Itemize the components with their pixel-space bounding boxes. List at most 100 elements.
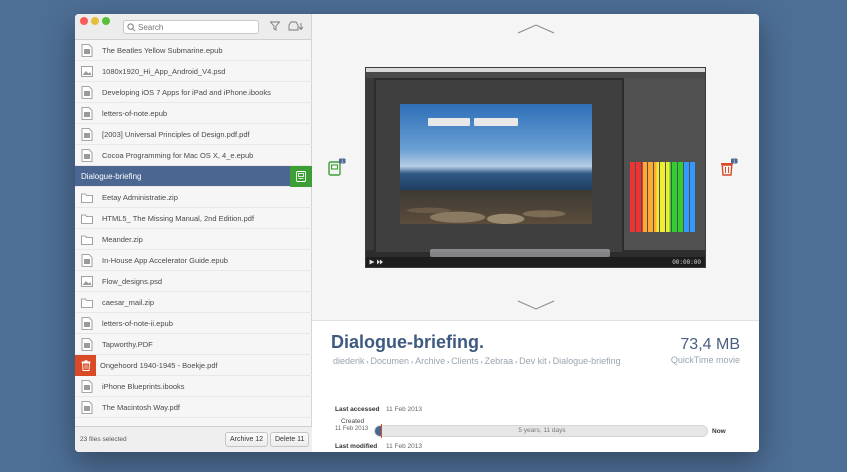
breadcrumb-item[interactable]: Documen	[371, 356, 410, 366]
list-item-selected[interactable]: Dialogue-briefing	[75, 166, 312, 187]
file-kind: QuickTime movie	[670, 355, 740, 365]
list-item[interactable]: HTML5_ The Missing Manual, 2nd Edition.p…	[75, 208, 312, 229]
archive-icon	[296, 171, 306, 182]
file-title-text: Dialogue-briefing	[331, 332, 479, 352]
list-item[interactable]: iPhone Blueprints.ibooks	[75, 376, 312, 397]
archive-button[interactable]: Archive 12	[225, 432, 269, 447]
file-name: Flow_designs.psd	[102, 276, 163, 286]
file-name: HTML5_ The Missing Manual, 2nd Edition.p…	[102, 213, 255, 223]
preview-side-panels	[624, 78, 705, 250]
breadcrumb-item[interactable]: diederik	[333, 356, 365, 366]
chevron-right-icon: ›	[548, 360, 551, 366]
list-item[interactable]: In-House App Accelerator Guide.epub	[75, 250, 312, 271]
breadcrumb-item[interactable]: Dev kit	[519, 356, 547, 366]
list-item[interactable]: [2003] Universal Principles of Design.pd…	[75, 124, 312, 145]
file-name: Eetay Administratie.zip	[102, 192, 178, 202]
file-name: [2003] Universal Principles of Design.pd…	[102, 129, 250, 139]
file-name: Cocoa Programming for Mac OS X, 4_e.epub	[102, 150, 254, 160]
video-preview[interactable]: 00:00:00	[365, 67, 706, 268]
file-name: caesar_mail.zip	[102, 297, 155, 307]
pdf-file-icon	[81, 400, 93, 414]
sort-icon[interactable]	[288, 21, 304, 31]
file-name: The Beatles Yellow Submarine.epub	[102, 45, 223, 55]
list-item[interactable]: The Beatles Yellow Submarine.epub	[75, 40, 312, 61]
list-item[interactable]: 1080x1920_Hi_App_Android_V4.psd	[75, 61, 312, 82]
preview-dock	[430, 249, 610, 257]
folder-icon	[81, 193, 93, 203]
trash-icon	[81, 359, 90, 371]
file-info-panel: Dialogue-briefing. diederik › Documen › Arch…	[312, 320, 759, 452]
file-name: The Macintosh Way.pdf	[102, 402, 180, 412]
filter-icon[interactable]	[270, 21, 280, 31]
chevron-up-icon[interactable]	[517, 24, 555, 34]
chevron-down-icon[interactable]	[517, 300, 555, 310]
archive-side-icon[interactable]: 1	[328, 158, 346, 176]
detail-pane: 00:00:00 1 1 Dialogue-briefing. diederik…	[312, 14, 759, 452]
zoom-window-button[interactable]	[102, 17, 110, 25]
trash-side-icon[interactable]: 1	[720, 158, 738, 176]
pdf-file-icon	[81, 337, 93, 351]
file-name: Dialogue-briefing	[81, 171, 142, 181]
delete-button[interactable]: Delete 11	[270, 432, 310, 447]
list-item[interactable]: Cocoa Programming for Mac OS X, 4_e.epub	[75, 145, 312, 166]
minimize-window-button[interactable]	[91, 17, 99, 25]
preview-tools-panel	[366, 78, 374, 250]
close-window-button[interactable]	[80, 17, 88, 25]
file-title: Dialogue-briefing.	[331, 332, 484, 353]
ibooks-file-icon	[81, 379, 93, 393]
preview-rocks	[400, 190, 592, 224]
file-name: iPhone Blueprints.ibooks	[102, 381, 185, 391]
created-value: 11 Feb 2013	[335, 426, 369, 432]
folder-icon	[81, 214, 93, 224]
breadcrumb-item[interactable]: Archive	[415, 356, 445, 366]
image-file-icon	[81, 65, 93, 77]
chevron-right-icon: ›	[515, 360, 518, 366]
epub-file-icon	[81, 316, 93, 330]
epub-file-icon	[81, 253, 93, 267]
file-name: Meander.zip	[102, 234, 143, 244]
image-file-icon	[81, 275, 93, 287]
video-time: 00:00:00	[672, 259, 701, 266]
video-controls: 00:00:00	[366, 257, 705, 267]
sidebar: The Beatles Yellow Submarine.epub 1080x1…	[75, 14, 312, 452]
titlebar	[75, 14, 311, 40]
list-item[interactable]: Developing iOS 7 Apps for iPad and iPhon…	[75, 82, 312, 103]
last-modified-label: Last modified	[335, 443, 378, 450]
created-label: Created	[341, 418, 365, 425]
file-title-dot: .	[479, 332, 485, 352]
search-input[interactable]	[123, 20, 259, 34]
file-name: In-House App Accelerator Guide.epub	[102, 255, 228, 265]
selection-count: 23 files selected	[80, 436, 127, 443]
breadcrumb-item[interactable]: Zebraa	[485, 356, 514, 366]
fast-forward-icon[interactable]	[377, 259, 383, 265]
delete-item-button[interactable]	[75, 354, 96, 376]
last-modified-value: 11 Feb 2013	[386, 443, 423, 450]
list-item[interactable]: Meander.zip	[75, 229, 312, 250]
file-name: letters-of-note.epub	[102, 108, 168, 118]
archive-item-button[interactable]	[290, 166, 312, 187]
chevron-right-icon: ›	[411, 360, 414, 366]
list-item[interactable]: The Macintosh Way.pdf	[75, 397, 312, 418]
play-icon[interactable]	[369, 259, 375, 265]
list-item[interactable]: Eetay Administratie.zip	[75, 187, 312, 208]
age-timeline[interactable]: 5 years, 11 days	[374, 424, 708, 438]
chevron-right-icon: ›	[480, 360, 483, 366]
last-accessed-label: Last accessed	[335, 406, 380, 413]
epub-file-icon	[81, 106, 93, 120]
folder-icon	[81, 298, 93, 308]
file-name: Ongehoord 1940-1945 - Boekje.pdf	[100, 360, 218, 370]
list-item[interactable]: letters-of-note.epub	[75, 103, 312, 124]
preview-dialog	[428, 118, 470, 126]
list-item[interactable]: Tapworthy.PDF	[75, 334, 312, 355]
preview-dialog	[474, 118, 518, 126]
list-item[interactable]: letters-of-note-ii.epub	[75, 313, 312, 334]
timeline-age: 5 years, 11 days	[518, 427, 566, 434]
list-item[interactable]: Flow_designs.psd	[75, 271, 312, 292]
folder-icon	[81, 235, 93, 245]
breadcrumb-item[interactable]: Dialogue-briefing	[553, 356, 621, 366]
list-item-marked-delete[interactable]: Ongehoord 1940-1945 - Boekje.pdf	[75, 354, 312, 376]
breadcrumb-item[interactable]: Clients	[451, 356, 479, 366]
list-item[interactable]: caesar_mail.zip	[75, 292, 312, 313]
epub-file-icon	[81, 148, 93, 162]
preview-photo	[400, 104, 610, 257]
